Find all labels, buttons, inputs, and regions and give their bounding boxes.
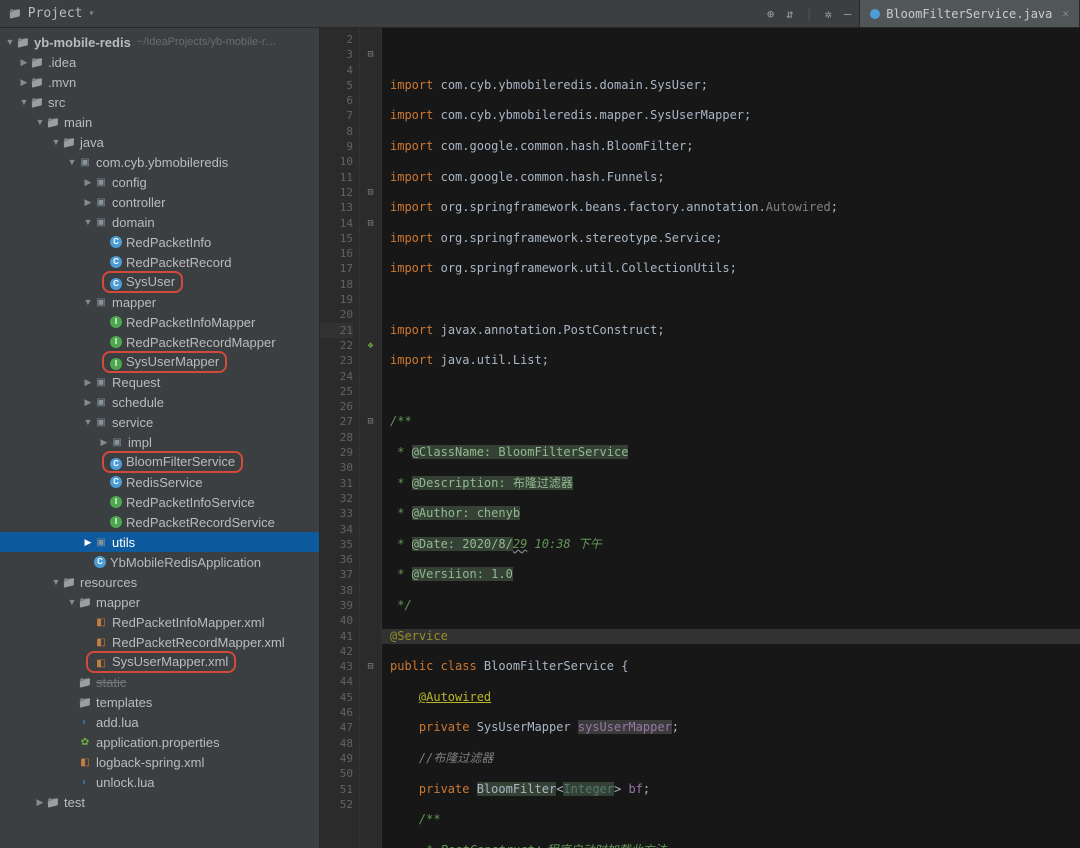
tree-service[interactable]: ▼service	[0, 412, 319, 432]
tree-sysusermapper[interactable]: SysUserMapper	[0, 352, 319, 372]
tree-basepkg[interactable]: ▼com.cyb.ybmobileredis	[0, 152, 319, 172]
close-icon[interactable]: ✕	[1062, 7, 1069, 20]
tree-appprops[interactable]: application.properties	[0, 732, 319, 752]
code-editor[interactable]: 2345678910 11121314151617181920 21222324…	[320, 28, 1080, 848]
tree-bloomfilterservice[interactable]: BloomFilterService	[0, 452, 319, 472]
line-number-gutter: 2345678910 11121314151617181920 21222324…	[320, 28, 360, 848]
tree-root[interactable]: ▼yb-mobile-redis~/IdeaProjects/yb-mobile…	[0, 32, 319, 52]
tree-resources[interactable]: ▼resources	[0, 572, 319, 592]
project-tree[interactable]: ▼yb-mobile-redis~/IdeaProjects/yb-mobile…	[0, 28, 320, 848]
project-label: Project	[28, 6, 83, 21]
tree-redpacketrecord[interactable]: RedPacketRecord	[0, 252, 319, 272]
tree-test[interactable]: ▶test	[0, 792, 319, 812]
tree-templates[interactable]: templates	[0, 692, 319, 712]
tree-logback[interactable]: logback-spring.xml	[0, 752, 319, 772]
tree-mvn[interactable]: ▶.mvn	[0, 72, 319, 92]
tab-label: BloomFilterService.java	[886, 7, 1052, 21]
code-area[interactable]: import com.cyb.ybmobileredis.domain.SysU…	[382, 28, 1080, 848]
tree-src[interactable]: ▼src	[0, 92, 319, 112]
editor-tabs: BloomFilterService.java ✕	[859, 0, 1080, 27]
gutter-icons: ⊟ ⊟⊟ ❖⊟ ⊟	[360, 28, 382, 848]
tree-redpacketinfomapper[interactable]: RedPacketInfoMapper	[0, 312, 319, 332]
tree-redpacketrecordservice[interactable]: RedPacketRecordService	[0, 512, 319, 532]
tree-mapper-r[interactable]: ▼mapper	[0, 592, 319, 612]
tree-config[interactable]: ▶config	[0, 172, 319, 192]
tree-redpacketrecordmapper[interactable]: RedPacketRecordMapper	[0, 332, 319, 352]
tree-sysusermapper-xml[interactable]: SysUserMapper.xml	[0, 652, 319, 672]
tree-mapper[interactable]: ▼mapper	[0, 292, 319, 312]
tree-root-path: ~/IdeaProjects/yb-mobile-r…	[137, 36, 277, 48]
tree-schedule[interactable]: ▶schedule	[0, 392, 319, 412]
java-class-icon	[870, 9, 880, 19]
minimize-icon[interactable]: —	[844, 7, 851, 21]
tree-app[interactable]: YbMobileRedisApplication	[0, 552, 319, 572]
divider: |	[806, 7, 813, 21]
tree-addlua[interactable]: add.lua	[0, 712, 319, 732]
tree-root-label: yb-mobile-redis	[34, 35, 131, 50]
project-folder-icon	[8, 6, 22, 21]
target-icon[interactable]: ⊕	[767, 7, 774, 21]
tree-static[interactable]: static	[0, 672, 319, 692]
tree-request[interactable]: ▶Request	[0, 372, 319, 392]
tree-controller[interactable]: ▶controller	[0, 192, 319, 212]
tree-redpacketinfoservice[interactable]: RedPacketInfoService	[0, 492, 319, 512]
tree-rprm-xml[interactable]: RedPacketRecordMapper.xml	[0, 632, 319, 652]
tree-unlocklua[interactable]: unlock.lua	[0, 772, 319, 792]
top-bar: Project ▾ ⊕ ⇵ | ✲ — BloomFilterService.j…	[0, 0, 1080, 28]
tree-sysuser[interactable]: SysUser	[0, 272, 319, 292]
tree-redisservice[interactable]: RedisService	[0, 472, 319, 492]
tree-redpacketinfo[interactable]: RedPacketInfo	[0, 232, 319, 252]
tree-rpim-xml[interactable]: RedPacketInfoMapper.xml	[0, 612, 319, 632]
tree-main[interactable]: ▼main	[0, 112, 319, 132]
tree-java[interactable]: ▼java	[0, 132, 319, 152]
project-dropdown[interactable]: Project ▾	[0, 0, 103, 27]
tab-bloomfilterservice[interactable]: BloomFilterService.java ✕	[860, 0, 1080, 27]
chevron-down-icon: ▾	[89, 8, 95, 19]
tree-idea[interactable]: ▶.idea	[0, 52, 319, 72]
collapse-icon[interactable]: ⇵	[786, 7, 793, 21]
tree-domain[interactable]: ▼domain	[0, 212, 319, 232]
tree-utils[interactable]: ▶utils	[0, 532, 319, 552]
tree-impl[interactable]: ▶impl	[0, 432, 319, 452]
gear-icon[interactable]: ✲	[825, 7, 832, 21]
